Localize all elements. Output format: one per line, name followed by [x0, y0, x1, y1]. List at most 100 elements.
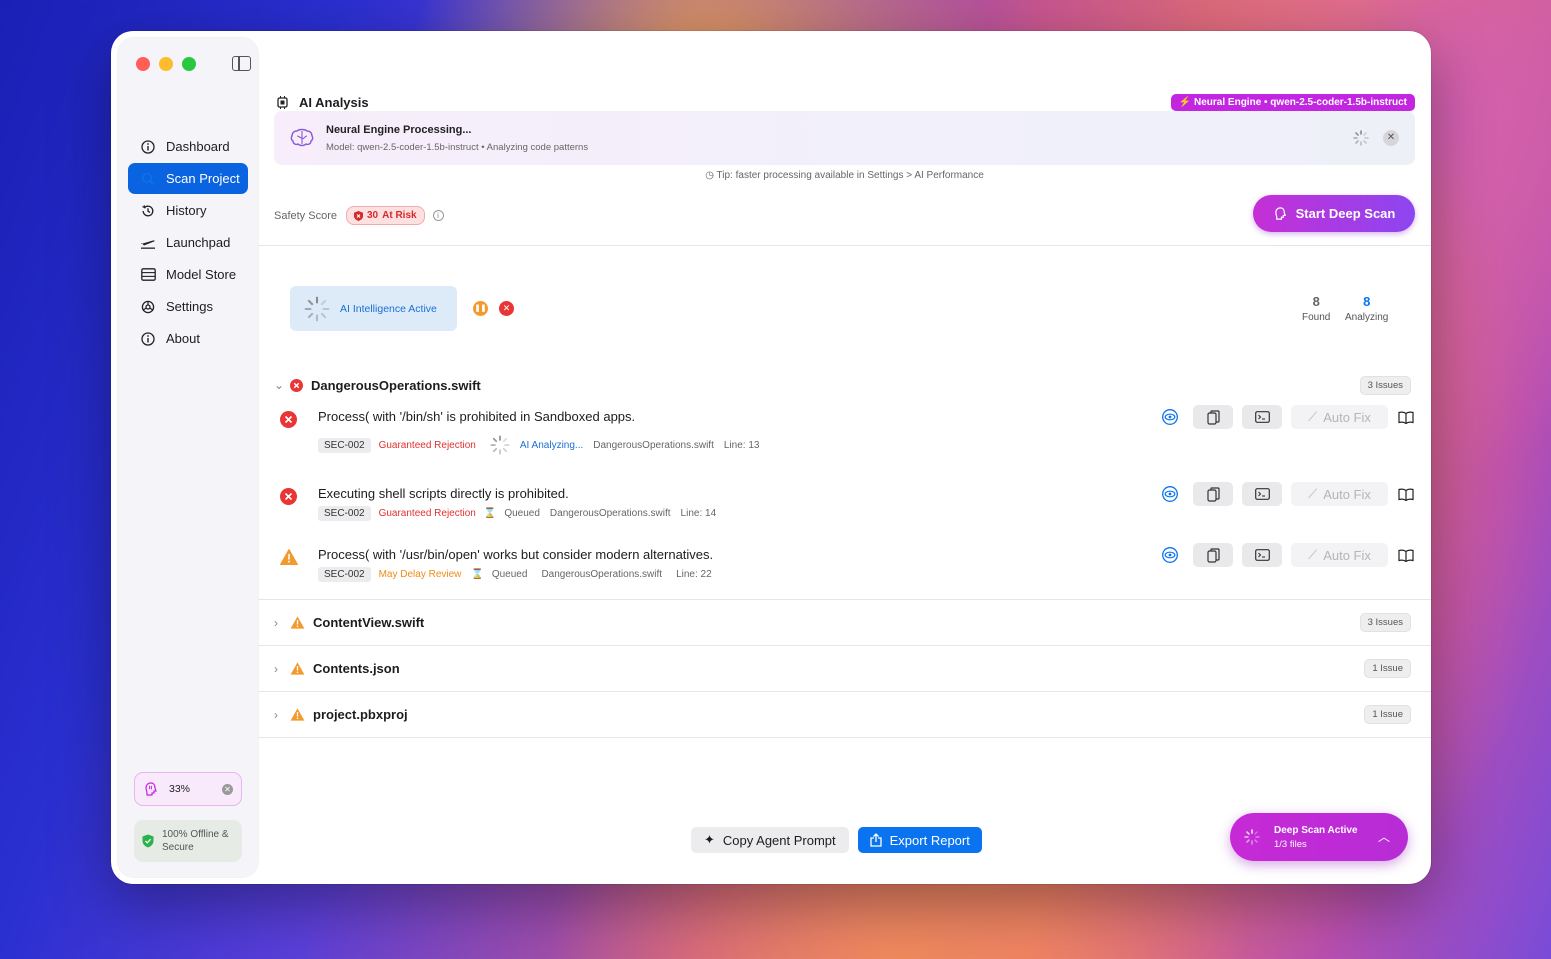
- issue-meta: SEC-002 May Delay Review ⌛ Queued Danger…: [318, 567, 722, 582]
- neural-engine-label: Neural Engine • qwen-2.5-coder-1.5b-inst…: [1194, 96, 1407, 108]
- error-icon: [280, 488, 297, 508]
- sidebar-item-launchpad[interactable]: Launchpad: [128, 227, 248, 258]
- neural-engine-badge: ⚡ Neural Engine • qwen-2.5-coder-1.5b-in…: [1170, 93, 1415, 111]
- info-icon[interactable]: i: [432, 210, 444, 221]
- sidebar-item-about[interactable]: About: [128, 323, 248, 354]
- sidebar-item-label: Launchpad: [166, 235, 231, 250]
- issue-file: DangerousOperations.swift: [541, 569, 663, 580]
- model-progress-indicator[interactable]: 33% ✕: [134, 772, 242, 806]
- issue-count-badge: 1 Issue: [1364, 705, 1411, 724]
- close-window-button[interactable]: [136, 57, 150, 71]
- copy-button[interactable]: [1193, 482, 1233, 506]
- copy-agent-prompt-label: Copy Agent Prompt: [722, 832, 836, 848]
- safety-score-label: Safety Score: [274, 209, 337, 222]
- file-row[interactable]: › project.pbxproj 1 Issue: [258, 692, 1431, 738]
- hourglass-icon: ⌛: [483, 508, 497, 519]
- copy-button[interactable]: [1193, 543, 1233, 567]
- sidebar-item-model-store[interactable]: Model Store: [128, 259, 248, 290]
- start-deep-scan-label: Start Deep Scan: [1295, 206, 1396, 221]
- auto-fix-button[interactable]: ⟋ Auto Fix: [1291, 405, 1388, 429]
- file-name: ContentView.swift: [313, 615, 425, 630]
- chevron-right-icon[interactable]: ›: [274, 708, 284, 722]
- sidebar-item-label: Scan Project: [166, 171, 240, 186]
- rule-code: SEC-002: [318, 506, 371, 521]
- warning-icon: [290, 616, 305, 629]
- pause-button[interactable]: ❚❚: [473, 301, 488, 316]
- main-content: AI Analysis ⚡ Neural Engine • qwen-2.5-c…: [258, 31, 1431, 884]
- copy-icon: [1206, 486, 1220, 502]
- deep-scan-status-title: Deep Scan Active: [1274, 824, 1358, 836]
- sidebar-item-settings[interactable]: Settings: [128, 291, 248, 322]
- chevron-down-icon[interactable]: ⌄: [274, 378, 284, 392]
- file-name: project.pbxproj: [313, 707, 408, 722]
- eye-icon[interactable]: [1161, 485, 1179, 503]
- terminal-button[interactable]: [1242, 405, 1282, 429]
- minimize-window-button[interactable]: [159, 57, 173, 71]
- eye-icon[interactable]: [1161, 546, 1179, 564]
- error-icon: [280, 411, 297, 431]
- auto-fix-button[interactable]: ⟋ Auto Fix: [1291, 543, 1388, 567]
- book-icon[interactable]: [1397, 408, 1415, 426]
- terminal-icon: [1254, 549, 1270, 561]
- issue-message: Process( with '/usr/bin/open' works but …: [318, 547, 714, 562]
- cancel-progress-icon[interactable]: ✕: [222, 783, 233, 795]
- dismiss-processing-button[interactable]: ✕: [1383, 130, 1399, 146]
- sidebar-item-dashboard[interactable]: Dashboard: [128, 131, 248, 162]
- terminal-button[interactable]: [1242, 543, 1282, 567]
- stat-analyzing: 8 Analyzing: [1345, 294, 1388, 323]
- book-icon[interactable]: [1397, 546, 1415, 564]
- export-report-button[interactable]: Export Report: [857, 827, 982, 853]
- ai-status-indicator: AI Intelligence Active: [290, 286, 457, 331]
- file-row[interactable]: › Contents.json 1 Issue: [258, 646, 1431, 692]
- eye-icon[interactable]: [1161, 408, 1179, 426]
- tip-label: Tip: faster processing available in Sett…: [716, 170, 984, 181]
- deep-scan-status-pill[interactable]: Deep Scan Active 1/3 files ︿: [1230, 813, 1408, 861]
- share-icon: [869, 833, 882, 847]
- history-icon: [140, 203, 156, 219]
- search-icon: [140, 171, 156, 187]
- processing-banner: Neural Engine Processing... Model: qwen-…: [274, 111, 1415, 165]
- issue-actions: ⟋ Auto Fix: [1161, 482, 1415, 506]
- rule-code: SEC-002: [318, 437, 371, 453]
- copy-agent-prompt-button[interactable]: ✦ Copy Agent Prompt: [691, 827, 849, 853]
- sidebar-item-label: About: [166, 331, 200, 346]
- start-deep-scan-button[interactable]: Start Deep Scan: [1253, 195, 1415, 232]
- bottom-actions: ✦ Copy Agent Prompt Export Report: [691, 827, 982, 853]
- file-row[interactable]: › ContentView.swift 3 Issues: [258, 600, 1431, 646]
- offline-status: 100% Offline & Secure: [134, 820, 242, 862]
- deep-scan-status-progress: 1/3 files: [1274, 838, 1307, 850]
- info-icon: [140, 331, 156, 347]
- spinner-icon: [1353, 130, 1369, 149]
- chevron-right-icon[interactable]: ›: [274, 616, 284, 630]
- warning-icon: [290, 662, 305, 675]
- warning-icon: [280, 549, 298, 568]
- chevron-right-icon[interactable]: ›: [274, 662, 284, 676]
- bolt-icon: ⚡: [1178, 96, 1195, 108]
- page-title: AI Analysis: [299, 94, 369, 110]
- spinner-icon: [304, 296, 330, 322]
- chevron-up-icon[interactable]: ︿: [1378, 828, 1390, 845]
- issue-file: DangerousOperations.swift: [593, 439, 714, 451]
- spinner-icon: [1244, 829, 1260, 845]
- severity-label: Guaranteed Rejection: [378, 508, 476, 519]
- file-name: DangerousOperations.swift: [311, 377, 481, 393]
- sidebar-item-label: Dashboard: [166, 139, 230, 154]
- file-row[interactable]: ⌄ DangerousOperations.swift 3 Issues: [258, 362, 1431, 408]
- zoom-window-button[interactable]: [182, 57, 196, 71]
- stat-found-label: Found: [1302, 312, 1331, 323]
- safety-score-badge: 30 At Risk: [345, 206, 425, 225]
- severity-label: Guaranteed Rejection: [378, 439, 476, 451]
- terminal-icon: [1254, 488, 1270, 500]
- sidebar-item-label: Settings: [166, 299, 213, 314]
- book-icon[interactable]: [1397, 485, 1415, 503]
- stop-button[interactable]: ✕: [499, 301, 514, 316]
- error-icon: [290, 378, 303, 392]
- wand-icon: ⟋: [1308, 486, 1318, 501]
- auto-fix-button[interactable]: ⟋ Auto Fix: [1291, 482, 1388, 506]
- sidebar-toggle-icon[interactable]: [232, 56, 251, 71]
- export-report-label: Export Report: [889, 832, 970, 848]
- sidebar-item-scan-project[interactable]: Scan Project: [128, 163, 248, 194]
- terminal-button[interactable]: [1242, 482, 1282, 506]
- copy-button[interactable]: [1193, 405, 1233, 429]
- sidebar-item-history[interactable]: History: [128, 195, 248, 226]
